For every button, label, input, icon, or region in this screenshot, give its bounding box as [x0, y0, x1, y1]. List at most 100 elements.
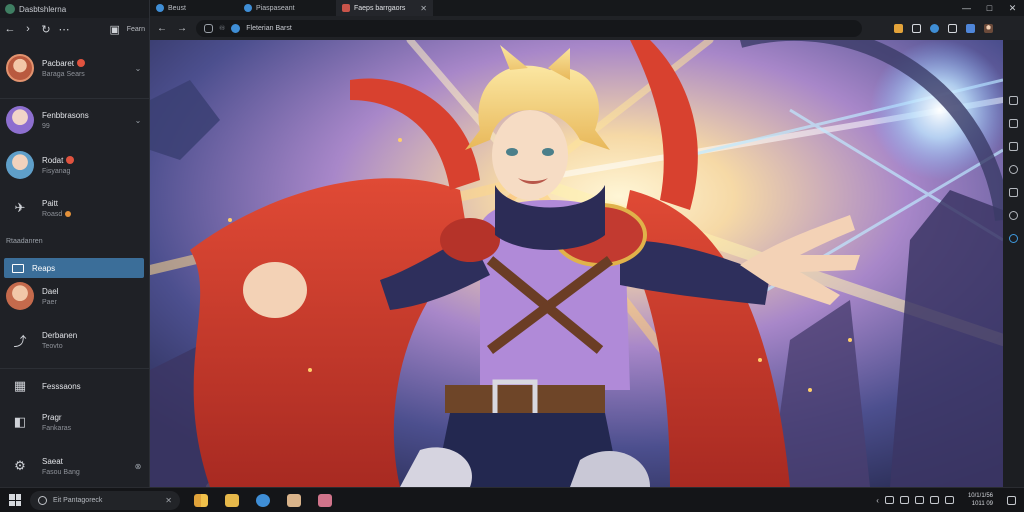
- tray-chevron-icon[interactable]: ‹: [876, 496, 879, 505]
- extension-icon[interactable]: [930, 23, 939, 33]
- clock-time: 10/1/1/56: [967, 493, 993, 499]
- url-text: Fleterian Barst: [246, 24, 292, 32]
- start-button[interactable]: [0, 494, 30, 506]
- app-titlebar: Dasbtshlerna: [0, 0, 149, 18]
- gear-icon: ⚙: [14, 458, 26, 473]
- chat-icon[interactable]: [899, 496, 909, 504]
- back-icon[interactable]: ←: [4, 23, 16, 35]
- extension-icon[interactable]: [948, 23, 957, 33]
- more-menu-icon[interactable]: ⋯: [58, 23, 70, 36]
- volume-icon[interactable]: [929, 496, 939, 504]
- tools-icon[interactable]: [1009, 188, 1018, 197]
- extension-icon[interactable]: [966, 23, 975, 33]
- file-explorer-icon[interactable]: [225, 493, 239, 507]
- card-icon: [12, 263, 24, 273]
- chevron-down-icon[interactable]: ⌄: [132, 64, 144, 73]
- avatar: [6, 151, 34, 179]
- chat-name: Paitt: [42, 198, 59, 208]
- close-tab-icon[interactable]: ✕: [420, 4, 427, 13]
- forward-icon[interactable]: →: [176, 23, 188, 34]
- notification-icon[interactable]: [1007, 495, 1016, 505]
- widgets-icon[interactable]: ✕: [165, 496, 172, 505]
- chat-item-rodat[interactable]: Rodat Fisyanag: [0, 145, 150, 185]
- calendar-icon: ▦: [13, 378, 27, 393]
- history-icon[interactable]: [1009, 119, 1018, 128]
- close-button[interactable]: ✕: [1001, 0, 1024, 16]
- chat-name: Derbanen: [42, 330, 78, 340]
- collections-icon[interactable]: [1009, 96, 1018, 105]
- system-tray: ‹ 10/1/1/56 1011 09: [876, 492, 1024, 508]
- store-app-icon[interactable]: [318, 493, 332, 507]
- shopping-icon[interactable]: [1009, 142, 1018, 151]
- chat-preview: 99: [42, 122, 50, 130]
- avatar: [6, 282, 34, 310]
- back-icon[interactable]: ←: [156, 23, 168, 34]
- battery-icon[interactable]: [944, 496, 954, 504]
- chat-item-pacbaret[interactable]: Pacbaret Baraga Sears ⌄: [0, 48, 150, 88]
- chat-preview: Teovto: [42, 342, 63, 350]
- chat-item-fenbbrasons[interactable]: Fenbbrasons 99 ⌄: [0, 100, 150, 140]
- chat-item-fesssaons[interactable]: ▦ Fesssaons: [0, 366, 150, 406]
- tab-faeps-barrgaors[interactable]: Faeps barrgaors ✕: [336, 0, 433, 16]
- chat-preview: Baraga Sears: [42, 70, 85, 78]
- photos-app-icon[interactable]: [287, 493, 301, 507]
- status-badge: [65, 211, 72, 217]
- chat-name: Fesssaons: [42, 381, 81, 391]
- minimize-button[interactable]: —: [955, 0, 978, 16]
- extension-icon[interactable]: [912, 23, 921, 33]
- settings-close-icon[interactable]: ⊗: [132, 462, 144, 471]
- chat-name: Dael: [42, 286, 59, 296]
- chat-item-dael[interactable]: Dael Paer: [0, 276, 150, 316]
- extension-icon[interactable]: [894, 23, 903, 33]
- pinned-apps: [194, 493, 332, 507]
- edge-browser-icon[interactable]: [256, 493, 270, 507]
- unread-badge: [77, 59, 86, 67]
- clock-date: 1011 09: [971, 501, 993, 507]
- lock-icon[interactable]: ▣: [109, 23, 121, 36]
- avatar: [6, 54, 34, 82]
- chat-name: Fenbbrasons: [42, 110, 89, 120]
- refresh-icon[interactable]: ↻: [40, 23, 52, 36]
- chat-preview: Paer: [42, 298, 57, 306]
- chat-preview: Fisyanag: [42, 167, 71, 175]
- tune-icon[interactable]: ♾: [219, 24, 225, 32]
- games-icon[interactable]: [1009, 165, 1018, 174]
- chevron-down-icon[interactable]: ⌄: [132, 116, 144, 125]
- tab-favicon-icon: [342, 4, 350, 12]
- browser-side-panel: [1003, 40, 1024, 487]
- unread-badge: [66, 156, 75, 164]
- tab-piaspaseant[interactable]: Piaspaseant: [238, 0, 336, 16]
- profile-avatar[interactable]: [984, 23, 993, 33]
- os-taskbar: Eit Pantagoreck ✕ ‹ 10/1/1/56 1011 09: [0, 487, 1024, 512]
- chat-item-paitt[interactable]: ✈ Paitt Roasd: [0, 188, 150, 228]
- chat-name: Pacbaret: [42, 58, 75, 68]
- windows-logo-icon: [9, 494, 21, 506]
- page-info-icon[interactable]: [204, 23, 213, 33]
- copilot-icon[interactable]: [1009, 234, 1018, 243]
- chat-item-reaps[interactable]: Reaps: [4, 258, 144, 278]
- chat-item-saeat[interactable]: ⚙ Saeat Fasou Bang ⊗: [0, 446, 150, 486]
- chat-preview: Fasou Bang: [42, 468, 80, 476]
- pinned-app-start-icon[interactable]: [194, 493, 208, 507]
- tab-favicon-icon: [156, 4, 164, 12]
- sidebar-action-button[interactable]: Fearn: [127, 26, 145, 33]
- network-icon[interactable]: [884, 496, 894, 504]
- clock[interactable]: 10/1/1/56 1011 09: [968, 492, 993, 508]
- chat-item-pragr[interactable]: ◧ Pragr Fankaras: [0, 402, 150, 442]
- extensions-area: [894, 23, 993, 33]
- search-icon: [38, 495, 47, 505]
- tab-label: Piaspaseant: [256, 4, 295, 12]
- taskbar-search[interactable]: Eit Pantagoreck ✕: [30, 490, 180, 510]
- bluetooth-icon[interactable]: [914, 496, 924, 504]
- chat-name: Pragr: [42, 412, 62, 422]
- maximize-button[interactable]: □: [978, 0, 1001, 16]
- chat-item-derbanen[interactable]: ⤴ Derbanen Teovto: [0, 320, 150, 360]
- site-favicon-icon: [231, 23, 241, 33]
- anime-hero-artwork: [150, 40, 1003, 487]
- url-field[interactable]: ♾ Fleterian Barst: [196, 19, 862, 37]
- tab-beust[interactable]: Beust: [150, 0, 238, 16]
- office-icon[interactable]: [1009, 211, 1018, 220]
- forward-icon[interactable]: ›: [22, 23, 34, 35]
- tab-favicon-icon: [244, 4, 252, 12]
- chat-preview: Fankaras: [42, 424, 72, 432]
